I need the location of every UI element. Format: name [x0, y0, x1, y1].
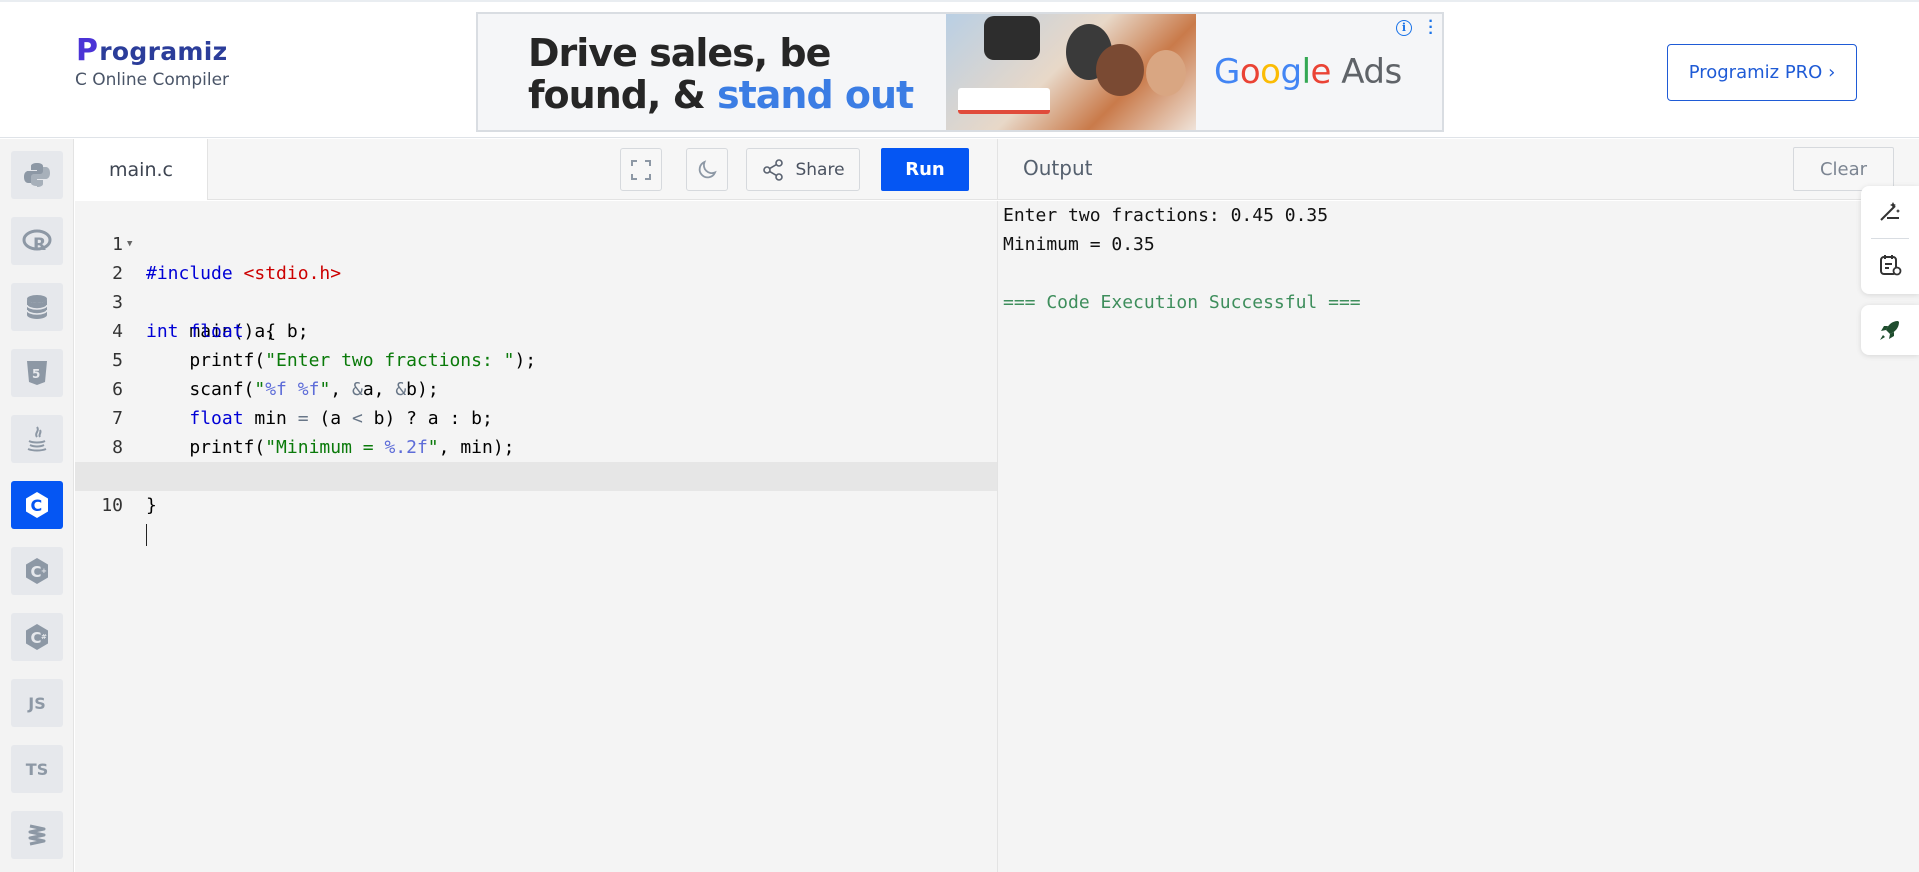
output-line: Minimum = 0.35: [1003, 234, 1155, 255]
output-line: Enter two fractions: 0.45 0.35: [1003, 205, 1329, 226]
google-letter: e: [1310, 52, 1332, 92]
google-letter: G: [1214, 52, 1240, 92]
code-line: 8 return 0;: [75, 404, 997, 487]
fold-arrow-icon[interactable]: ▼: [127, 230, 132, 259]
advertisement-banner[interactable]: Drive sales, be found, & stand out Googl…: [476, 12, 1444, 132]
code-line: 2 ▼ int main() {: [75, 230, 997, 342]
ad-headline-line2-start: found, &: [528, 73, 717, 117]
ad-menu-icon[interactable]: · · ·: [1428, 14, 1434, 42]
code-line-current: 10: [75, 462, 997, 546]
lang-swift-button[interactable]: [11, 811, 63, 859]
lang-csharp-button[interactable]: C #: [11, 613, 63, 661]
ai-assist-button[interactable]: [1875, 196, 1905, 226]
r-icon: R: [22, 229, 52, 255]
html5-icon: 5: [27, 361, 47, 385]
code-line: 5 scanf("%f %f", &a, &b);: [75, 317, 997, 400]
output-title: Output: [1023, 156, 1093, 180]
ad-image-person: [1096, 44, 1144, 96]
ts-icon: TS: [25, 759, 49, 779]
ad-headline-line1: Drive sales, be: [528, 31, 831, 75]
output-console[interactable]: Enter two fractions: 0.45 0.35 Minimum =…: [997, 201, 1919, 872]
google-letter: o: [1239, 52, 1261, 92]
logo-wordmark: Programiz: [76, 33, 229, 68]
svg-text:C: C: [31, 563, 42, 581]
share-label: Share: [795, 159, 845, 180]
lang-python-button[interactable]: [11, 151, 63, 199]
lang-c-button[interactable]: C: [11, 481, 63, 529]
clear-button[interactable]: Clear: [1793, 147, 1894, 191]
logo-text: rogramiz: [99, 37, 228, 66]
ad-image-phone: [984, 16, 1040, 60]
notes-icon: [1880, 255, 1902, 276]
csharp-icon: C #: [26, 624, 48, 650]
ad-headline-line2: found, & stand out: [528, 73, 914, 117]
fullscreen-button[interactable]: [620, 148, 662, 191]
code-line: 9 }: [75, 433, 997, 516]
dark-mode-toggle[interactable]: [686, 148, 728, 191]
magic-wand-icon: [1880, 202, 1900, 221]
language-sidebar: R 5 C C + C # JS TS: [0, 139, 74, 872]
moon-icon: [698, 159, 717, 178]
google-letter: l: [1301, 52, 1311, 92]
editor-toolbar: main.c Share Run: [75, 139, 997, 200]
svg-text:+: +: [41, 567, 47, 575]
upgrade-rocket-button[interactable]: [1861, 305, 1919, 355]
run-button[interactable]: Run: [881, 148, 969, 191]
lang-cpp-button[interactable]: C +: [11, 547, 63, 595]
google-ads-logo: Google Ads: [1214, 52, 1402, 92]
ad-image-person: [1146, 50, 1186, 96]
svg-text:R: R: [33, 235, 46, 255]
code-line: 3 float a, b;: [75, 259, 997, 342]
c-icon: C: [26, 492, 48, 518]
output-toolbar: Output Clear: [997, 139, 1919, 200]
top-header: Programiz C Online Compiler Drive sales,…: [0, 0, 1919, 138]
floating-tools-panel: [1861, 186, 1919, 294]
divider: [1871, 238, 1909, 239]
python-icon: [24, 163, 50, 187]
programiz-pro-button[interactable]: Programiz PRO ›: [1667, 44, 1857, 101]
share-icon: [763, 158, 784, 181]
svg-text:C: C: [31, 496, 43, 515]
line-number: 10: [101, 495, 123, 516]
lang-r-button[interactable]: R: [11, 217, 63, 265]
code-line: 6 float min = (a < b) ? a : b;: [75, 346, 997, 429]
code-text: }: [146, 495, 157, 516]
lang-html-button[interactable]: 5: [11, 349, 63, 397]
database-icon: [26, 295, 48, 319]
rocket-icon: [1880, 321, 1899, 340]
tab-main-c[interactable]: main.c: [75, 139, 208, 200]
code-editor[interactable]: 1 #include <stdio.h> 2 ▼ int main() { 3 …: [75, 201, 997, 872]
text-cursor: [146, 520, 147, 549]
share-button[interactable]: Share: [746, 148, 860, 191]
output-success-message: === Code Execution Successful ===: [1003, 292, 1361, 313]
google-letter: o: [1260, 52, 1281, 92]
svg-text:#: #: [41, 633, 47, 641]
ad-image-card: [958, 88, 1050, 114]
ad-info-icon[interactable]: i: [1396, 20, 1412, 36]
google-letter: g: [1280, 52, 1302, 92]
java-icon: [27, 426, 47, 452]
ad-headline-highlight: stand out: [716, 73, 914, 117]
saved-snippets-button[interactable]: [1875, 250, 1905, 280]
svg-text:5: 5: [32, 367, 40, 381]
lang-js-button[interactable]: JS: [11, 679, 63, 727]
js-icon: JS: [28, 693, 46, 713]
lang-sql-button[interactable]: [11, 283, 63, 331]
code-line: 1 #include <stdio.h>: [75, 201, 997, 284]
programiz-logo[interactable]: Programiz C Online Compiler: [75, 33, 230, 91]
ad-image: [946, 14, 1196, 130]
code-line: 4 printf("Enter two fractions: ");: [75, 288, 997, 371]
lang-ts-button[interactable]: TS: [11, 745, 63, 793]
swift-icon: [28, 824, 46, 846]
page-subtitle: C Online Compiler: [75, 70, 230, 90]
fullscreen-icon: [631, 159, 651, 180]
cpp-icon: C +: [26, 558, 48, 584]
ad-headline: Drive sales, be found, & stand out: [528, 31, 914, 117]
code-line: 7 printf("Minimum = %.2f", min);: [75, 375, 997, 458]
lang-java-button[interactable]: [11, 415, 63, 463]
logo-p-mark: P: [76, 33, 99, 68]
google-ads-product: Ads: [1341, 52, 1402, 92]
svg-text:C: C: [31, 629, 42, 647]
